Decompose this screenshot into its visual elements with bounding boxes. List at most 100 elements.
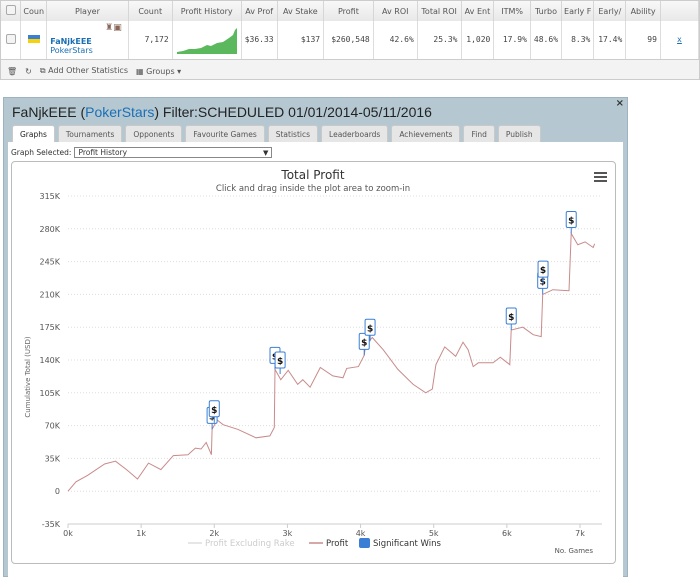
col-av-roi[interactable]: Av ROI [373, 1, 418, 21]
col-av-stake[interactable]: Av Stake [277, 1, 325, 21]
select-all-checkbox[interactable] [1, 1, 22, 21]
tab-statistics[interactable]: Statistics [267, 125, 319, 142]
trash-icon[interactable]: 🗑 [7, 67, 17, 76]
col-early-f[interactable]: Early F [561, 1, 595, 21]
col-profit-history[interactable]: Profit History [172, 1, 242, 21]
significant-win-flag[interactable]: $ [565, 210, 577, 234]
significant-win-flag[interactable]: $ [358, 332, 370, 356]
col-av-profit[interactable]: Av Prof [241, 1, 278, 21]
y-tick-label: 140K [39, 356, 60, 365]
close-icon[interactable]: × [616, 98, 624, 109]
profit-chart[interactable]: Total Profit Click and drag inside the p… [12, 162, 615, 563]
col-turbo[interactable]: Turbo [530, 1, 563, 21]
y-tick-label: 105K [39, 389, 60, 398]
title-site: PokerStars [85, 104, 155, 120]
col-early-a[interactable]: Early/ [593, 1, 627, 21]
av-stake-value: $137 [277, 21, 325, 60]
player-notes-icons[interactable]: ♜▣ [105, 23, 122, 33]
x-tick-label: 2k [209, 529, 219, 538]
profit-value: $260,548 [323, 21, 374, 60]
chart-subtitle: Click and drag inside the plot area to z… [216, 184, 410, 194]
y-tick-label: -35K [42, 520, 61, 529]
ability-value: 99 [625, 21, 661, 60]
tab-tournaments[interactable]: Tournaments [57, 125, 123, 142]
player-dialog: FaNjkEEE (PokerStars) Filter:SCHEDULED 0… [3, 97, 628, 578]
profit-history-sparkline [172, 21, 242, 60]
menu-icon[interactable] [594, 172, 607, 182]
x-tick-label: 7k [575, 529, 585, 538]
tab-bar: Graphs Tournaments Opponents Favourite G… [12, 125, 541, 142]
legend-item-profit[interactable]: Profit [309, 539, 349, 549]
col-total-roi[interactable]: Total ROI [417, 1, 462, 21]
legend-item-profit-excl-rake[interactable]: Profit Excluding Rake [188, 539, 295, 549]
x-axis-label: No. Games [555, 547, 594, 555]
early-a-value: 17.4% [593, 21, 627, 60]
remove-row-button[interactable]: x [660, 21, 700, 60]
add-stats-button[interactable]: ⧉ Add Other Statistics [40, 66, 128, 76]
significant-win-flag[interactable]: $ [505, 307, 517, 331]
title-filter: ) Filter:SCHEDULED 01/01/2014-05/11/2016 [154, 104, 432, 120]
dialog-body: Graph Selected: Profit History ▼ Total Pr… [8, 142, 623, 578]
av-ent-value: 1,020 [461, 21, 495, 60]
x-tick-label: 6k [502, 529, 512, 538]
stats-table: Coun Player Count Profit History Av Prof… [1, 1, 700, 60]
tab-publish[interactable]: Publish [497, 125, 541, 142]
profit-series-line [67, 231, 596, 492]
flag-label: $ [540, 266, 546, 276]
tab-favourite-games[interactable]: Favourite Games [185, 125, 265, 142]
col-itm[interactable]: ITM% [493, 1, 531, 21]
graph-selector: Graph Selected: Profit History ▼ [11, 147, 273, 158]
significant-win-flag[interactable]: $ [274, 351, 286, 375]
tab-opponents[interactable]: Opponents [125, 125, 183, 142]
flag-label: $ [211, 406, 217, 416]
dropdown-arrow-icon: ▼ [263, 149, 269, 157]
refresh-icon[interactable]: ↻ [25, 67, 32, 76]
col-player[interactable]: Player [46, 1, 129, 21]
player-site: PokerStars [50, 45, 93, 55]
x-tick-label: 0k [63, 529, 73, 538]
av-roi-value: 42.6% [373, 21, 418, 60]
flag-label: $ [568, 216, 574, 226]
legend-item-significant-wins[interactable]: Significant Wins [359, 538, 442, 549]
tab-leaderboards[interactable]: Leaderboards [321, 125, 389, 142]
legend: Profit Excluding Rake Profit Significant… [188, 538, 442, 549]
y-axis-label: Cumulative Total (USD) [24, 336, 32, 417]
table-row: ♜▣ FaNjkEEE PokerStars 7,172 $36.33 $137… [1, 21, 700, 60]
col-count[interactable]: Count [128, 1, 173, 21]
add-icon: ⧉ [39, 66, 49, 75]
turbo-value: 48.6% [530, 21, 563, 60]
graph-selected-label: Graph Selected: [11, 148, 72, 157]
x-tick-label: 1k [136, 529, 146, 538]
itm-value: 17.9% [493, 21, 531, 60]
tab-find[interactable]: Find [463, 125, 495, 142]
col-ability[interactable]: Ability [625, 1, 661, 21]
y-tick-label: 280K [39, 225, 60, 234]
tab-achievements[interactable]: Achievements [391, 125, 461, 142]
row-checkbox[interactable] [1, 21, 22, 60]
graph-select-value: Profit History [78, 148, 128, 157]
col-country[interactable]: Coun [20, 1, 48, 21]
groups-label: Groups [146, 66, 175, 76]
y-tick-label: 315K [39, 192, 60, 201]
flag-label: $ [361, 338, 367, 348]
legend-label-2: Significant Wins [373, 539, 442, 549]
flag-label: $ [277, 357, 283, 367]
stats-toolbar: 🗑 ↻ ⧉ Add Other Statistics ▦ Groups ▾ [1, 62, 700, 80]
header-row: Coun Player Count Profit History Av Prof… [1, 1, 700, 21]
graph-select[interactable]: Profit History ▼ [74, 147, 273, 158]
groups-dropdown[interactable]: ▦ Groups ▾ [136, 67, 181, 76]
count-value: 7,172 [128, 21, 173, 60]
tab-graphs[interactable]: Graphs [12, 125, 55, 142]
col-profit[interactable]: Profit [323, 1, 374, 21]
y-tick-label: 70K [45, 422, 61, 431]
y-tick-label: 245K [39, 258, 60, 267]
player-name-link[interactable]: FaNjkEEE [50, 37, 125, 46]
col-av-ent[interactable]: Av Ent [461, 1, 495, 21]
player-cell: ♜▣ FaNjkEEE PokerStars [46, 21, 129, 60]
stats-table-panel: Coun Player Count Profit History Av Prof… [0, 0, 700, 80]
av-profit-value: $36.33 [241, 21, 278, 60]
y-tick-label: 175K [39, 323, 60, 332]
flag-icon [20, 21, 48, 60]
chart-container: Total Profit Click and drag inside the p… [11, 161, 616, 564]
title-player: FaNjkEEE ( [12, 104, 86, 120]
